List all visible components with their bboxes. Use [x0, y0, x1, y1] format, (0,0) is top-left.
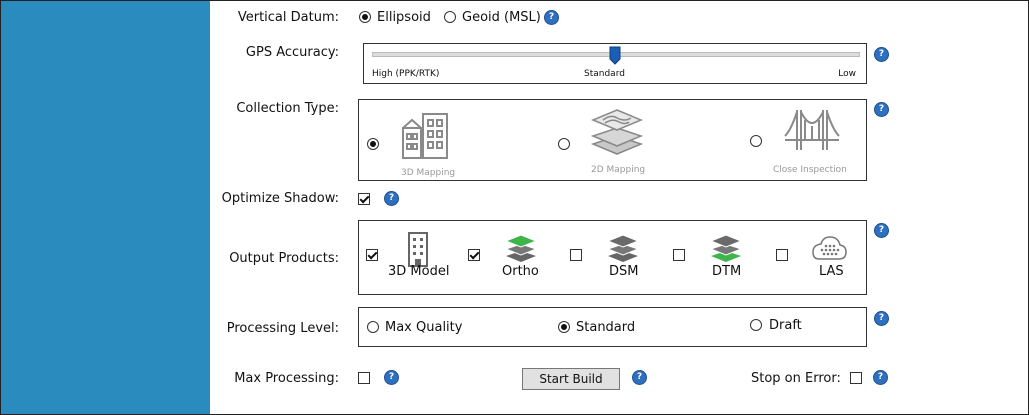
processing-level-box: Max Quality Standard Draft [358, 307, 867, 347]
bridge-icon [784, 110, 840, 150]
stop-on-error-checkbox[interactable] [850, 372, 862, 384]
help-icon[interactable]: ? [544, 10, 559, 25]
help-icon[interactable]: ? [874, 223, 889, 238]
help-icon[interactable]: ? [632, 370, 647, 385]
output-products-box: 3D Model Ortho DSM DTM LAS [358, 220, 867, 295]
output-dtm-label: DTM [712, 264, 742, 279]
max-processing-label: Max Processing: [234, 371, 339, 386]
gps-accuracy-slider-box: High (PPK/RTK) Standard Low [363, 43, 867, 84]
processing-draft-radio[interactable] [750, 319, 762, 331]
collection-type-box: 3D Mapping 2D Mapping Close Inspection [358, 99, 867, 181]
gps-accuracy-label: GPS Accuracy: [245, 45, 339, 60]
collection-type-label: Collection Type: [236, 101, 339, 116]
gps-accuracy-low-label: Low [838, 69, 856, 79]
output-las-label: LAS [819, 264, 844, 279]
layers-green-bottom-icon [709, 234, 743, 262]
max-processing-checkbox[interactable] [358, 372, 370, 384]
settings-panel: Vertical Datum: Ellipsoid Geoid (MSL) ? … [0, 0, 1029, 415]
output-products-label: Output Products: [229, 251, 339, 266]
start-build-button[interactable]: Start Build [522, 368, 620, 390]
building-icon [402, 113, 448, 159]
processing-draft-label[interactable]: Draft [769, 318, 802, 333]
layers-gray-icon [606, 234, 640, 262]
output-ortho-label: Ortho [502, 264, 539, 279]
help-icon[interactable]: ? [874, 102, 889, 117]
gps-accuracy-high-label: High (PPK/RTK) [372, 69, 440, 79]
collection-close-inspection-radio[interactable] [750, 135, 762, 147]
map-layers-icon [591, 109, 643, 155]
cloud-points-icon [812, 236, 847, 260]
collection-3d-mapping-radio[interactable] [367, 138, 379, 150]
output-ortho-checkbox[interactable] [468, 249, 480, 261]
processing-standard-label[interactable]: Standard [576, 320, 635, 335]
collection-2d-mapping-label: 2D Mapping [591, 165, 646, 175]
output-dsm-checkbox[interactable] [570, 249, 582, 261]
vertical-datum-ellipsoid-label[interactable]: Ellipsoid [377, 10, 431, 25]
processing-max-quality-radio[interactable] [367, 321, 379, 333]
stop-on-error-label: Stop on Error: [751, 371, 841, 386]
collection-2d-mapping-radio[interactable] [558, 138, 570, 150]
collection-3d-mapping-label: 3D Mapping [401, 168, 456, 178]
vertical-datum-ellipsoid-radio[interactable] [359, 11, 371, 23]
vertical-datum-geoid-radio[interactable] [444, 11, 456, 23]
processing-max-quality-label[interactable]: Max Quality [385, 320, 462, 335]
help-icon[interactable]: ? [873, 370, 888, 385]
help-icon[interactable]: ? [384, 370, 399, 385]
sidebar [1, 1, 210, 414]
processing-standard-radio[interactable] [558, 321, 570, 333]
output-dsm-label: DSM [609, 264, 639, 279]
help-icon[interactable]: ? [384, 191, 399, 206]
help-icon[interactable]: ? [874, 311, 889, 326]
optimize-shadow-checkbox[interactable] [358, 193, 370, 205]
layers-green-top-icon [504, 234, 538, 262]
output-las-checkbox[interactable] [776, 249, 788, 261]
gps-accuracy-standard-label: Standard [584, 69, 625, 79]
output-3d-model-label: 3D Model [388, 264, 450, 279]
building-icon [408, 232, 428, 267]
optimize-shadow-label: Optimize Shadow: [221, 191, 339, 206]
help-icon[interactable]: ? [874, 47, 889, 62]
processing-level-label: Processing Level: [226, 321, 339, 336]
gps-accuracy-slider-thumb[interactable] [609, 46, 621, 65]
vertical-datum-label: Vertical Datum: [237, 10, 339, 25]
collection-close-inspection-label: Close Inspection [773, 165, 847, 175]
vertical-datum-geoid-label[interactable]: Geoid (MSL) [462, 10, 541, 25]
output-3d-model-checkbox[interactable] [366, 249, 378, 261]
output-dtm-checkbox[interactable] [673, 249, 685, 261]
